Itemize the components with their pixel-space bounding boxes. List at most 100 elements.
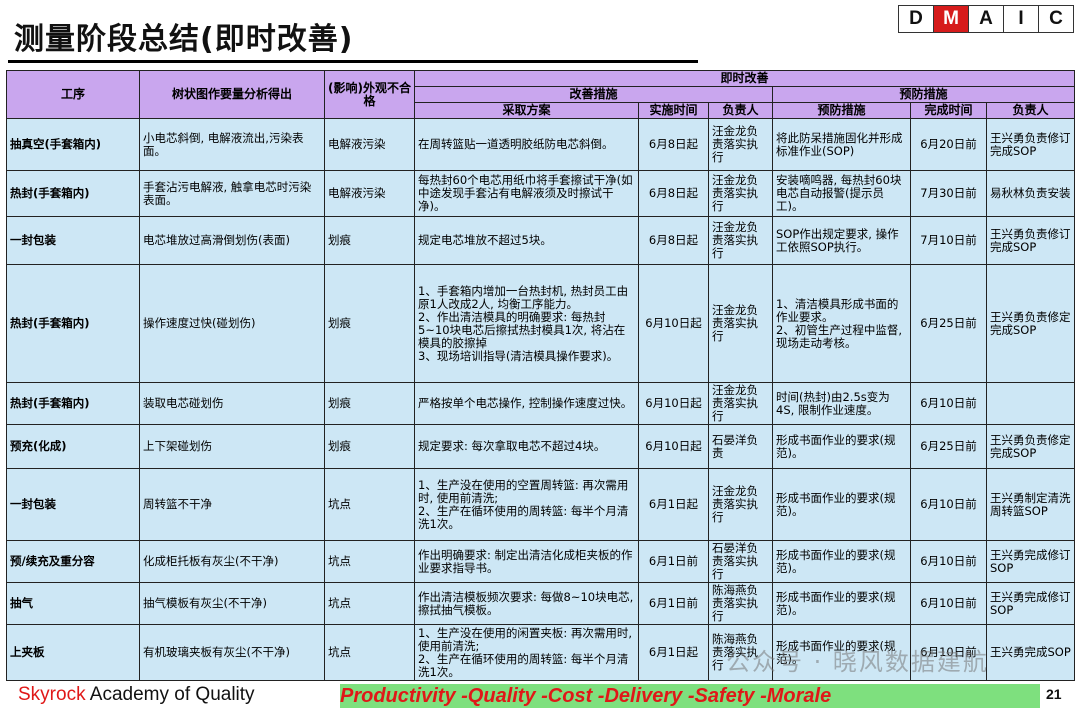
row-owner2: 王兴勇制定清洗周转篮SOP bbox=[985, 468, 1076, 541]
row-time: 6月8日起 bbox=[638, 118, 709, 171]
row-impact: 划痕 bbox=[324, 216, 415, 265]
row-prevent: 安装嘀鸣器, 每热封60块电芯自动报警(提示员工)。 bbox=[772, 170, 911, 217]
table-row: 预充(化成) 上下架碰划伤 划痕 规定要求: 每次拿取电芯不超过4块。 6月10日起 石晏… bbox=[6, 424, 1076, 469]
page-title: 测量阶段总结(即时改善) bbox=[14, 22, 354, 57]
row-owner2 bbox=[985, 382, 1076, 425]
row-owner: 石晏洋负责 bbox=[708, 424, 773, 469]
table-row: 一封包装 周转篮不干净 坑点 1、生产没在使用的空置周转篮: 再次需用时, 使用前清洗… bbox=[6, 468, 1076, 541]
row-prevent: 时间(热封)由2.5s变为4S, 限制作业速度。 bbox=[772, 382, 911, 425]
row-action: 规定要求: 每次拿取电芯不超过4块。 bbox=[414, 424, 639, 469]
col-immediate: 即时改善 bbox=[413, 70, 1076, 87]
dmaic-step-d: D bbox=[899, 6, 934, 32]
col-impact: (影响)外观不合格 bbox=[324, 70, 415, 119]
row-cause: 电芯堆放过高滑倒划伤(表面) bbox=[139, 216, 325, 265]
row-impact: 坑点 bbox=[324, 468, 415, 541]
row-impact: 坑点 bbox=[324, 582, 415, 625]
title-divider bbox=[8, 60, 698, 63]
col-done-time: 完成时间 bbox=[910, 102, 987, 119]
row-impact: 电解液污染 bbox=[324, 118, 415, 171]
row-prevent: SOP作出规定要求, 操作工依照SOP执行。 bbox=[772, 216, 911, 265]
row-prevent: 1、清洁模具形成书面的作业要求。 2、初管生产过程中监督, 现场走动考核。 bbox=[772, 264, 911, 383]
row-action: 1、生产没在使用的空置周转篮: 再次需用时, 使用前清洗; 2、生产在循环使用的… bbox=[414, 468, 639, 541]
row-owner2: 王兴勇完成SOP bbox=[985, 624, 1076, 681]
row-process: 热封(手套箱内) bbox=[6, 170, 140, 217]
row-action: 作出明确要求: 制定出清洁化成柜夹板的作业要求指导书。 bbox=[414, 540, 639, 583]
row-done: 6月25日前 bbox=[910, 264, 987, 383]
row-action: 在周转篮贴一道透明胶纸防电芯斜倒。 bbox=[414, 118, 639, 171]
col-owner2: 负责人 bbox=[985, 102, 1076, 119]
row-time: 6月10日起 bbox=[638, 264, 709, 383]
row-action: 严格按单个电芯操作, 控制操作速度过快。 bbox=[414, 382, 639, 425]
row-cause: 化成柜托板有灰尘(不干净) bbox=[139, 540, 325, 583]
row-owner2: 王兴勇负责修定完成SOP bbox=[985, 424, 1076, 469]
table-row: 抽气 抽气模板有灰尘(不干净) 坑点 作出清洁模板频次要求: 每做8~10块电芯, 擦… bbox=[6, 582, 1076, 625]
row-owner: 汪金龙负责落实执行 bbox=[708, 382, 773, 425]
row-done: 6月10日前 bbox=[910, 540, 987, 583]
col-prevent: 预防措施 bbox=[771, 86, 1076, 103]
slogan: Productivity -Quality -Cost -Delivery -S… bbox=[340, 684, 1040, 708]
row-cause: 操作速度过快(碰划伤) bbox=[139, 264, 325, 383]
row-done: 6月10日前 bbox=[910, 382, 987, 425]
row-owner: 陈海燕负责落实执行 bbox=[708, 582, 773, 625]
table-row: 抽真空(手套箱内) 小电芯斜倒, 电解液流出,污染表面。 电解液污染 在周转篮贴一道透… bbox=[6, 118, 1076, 171]
row-owner: 石晏洋负责落实执行 bbox=[708, 540, 773, 583]
footer: Skyrock Academy of Quality Productivity … bbox=[0, 684, 1080, 708]
row-time: 6月1日起 bbox=[638, 468, 709, 541]
page-number: 21 bbox=[1046, 686, 1062, 702]
row-prevent: 将此防呆措施固化并形成标准作业(SOP) bbox=[772, 118, 911, 171]
row-cause: 抽气模板有灰尘(不干净) bbox=[139, 582, 325, 625]
row-impact: 电解液污染 bbox=[324, 170, 415, 217]
col-prevent-action: 预防措施 bbox=[772, 102, 911, 119]
row-process: 预/续充及重分容 bbox=[6, 540, 140, 583]
row-action: 每热封60个电芯用纸巾将手套擦试干净(如中途发现手套沾有电解液须及时擦试干净)。 bbox=[414, 170, 639, 217]
row-owner2: 王兴勇完成修订SOP bbox=[985, 582, 1076, 625]
row-owner: 汪金龙负责落实执行 bbox=[708, 264, 773, 383]
row-prevent: 形成书面作业的要求(规范)。 bbox=[772, 468, 911, 541]
dmaic-step-c: C bbox=[1049, 8, 1063, 29]
row-done: 6月20日前 bbox=[910, 118, 987, 171]
row-time: 6月1日起 bbox=[638, 624, 709, 681]
table-row: 热封(手套箱内) 手套沾污电解液, 触拿电芯时污染表面。 电解液污染 每热封60个电芯… bbox=[6, 170, 1076, 217]
row-owner: 汪金龙负责落实执行 bbox=[708, 216, 773, 265]
row-owner: 汪金龙负责落实执行 bbox=[708, 170, 773, 217]
col-action: 采取方案 bbox=[414, 102, 639, 119]
row-action: 1、手套箱内增加一台热封机, 热封员工由原1人改成2人, 均衡工序能力。 2、作… bbox=[414, 264, 639, 383]
table-row: 一封包装 电芯堆放过高滑倒划伤(表面) 划痕 规定电芯堆放不超过5块。 6月8日起 汪金龙… bbox=[6, 216, 1076, 265]
row-owner2: 易秋林负责安装 bbox=[985, 170, 1076, 217]
row-done: 6月10日前 bbox=[910, 468, 987, 541]
row-time: 6月1日前 bbox=[638, 540, 709, 583]
row-owner: 汪金龙负责落实执行 bbox=[708, 468, 773, 541]
row-owner2: 王兴勇完成修订SOP bbox=[985, 540, 1076, 583]
row-process: 上夹板 bbox=[6, 624, 140, 681]
row-process: 热封(手套箱内) bbox=[6, 264, 140, 383]
row-owner2: 王兴勇负责修订完成SOP bbox=[985, 118, 1076, 171]
row-cause: 手套沾污电解液, 触拿电芯时污染表面。 bbox=[139, 170, 325, 217]
row-time: 6月8日起 bbox=[638, 170, 709, 217]
row-impact: 划痕 bbox=[324, 382, 415, 425]
dmaic-indicator: D M A I C bbox=[898, 5, 1074, 33]
row-impact: 划痕 bbox=[324, 424, 415, 469]
row-owner2: 王兴勇负责修订完成SOP bbox=[985, 216, 1076, 265]
row-prevent: 形成书面作业的要求(规范)。 bbox=[772, 582, 911, 625]
row-cause: 有机玻璃夹板有灰尘(不干净) bbox=[139, 624, 325, 681]
row-process: 预充(化成) bbox=[6, 424, 140, 469]
row-action: 作出清洁模板频次要求: 每做8~10块电芯, 擦拭抽气模板。 bbox=[414, 582, 639, 625]
row-process: 一封包装 bbox=[6, 216, 140, 265]
col-tree-analysis: 树状图作要量分析得出 bbox=[139, 70, 325, 119]
brand-rest: Academy of Quality bbox=[85, 684, 255, 705]
row-time: 6月10日起 bbox=[638, 382, 709, 425]
col-owner: 负责人 bbox=[708, 102, 773, 119]
row-owner: 汪金龙负责落实执行 bbox=[708, 118, 773, 171]
row-action: 1、生产没在使用的闲置夹板: 再次需用时, 使用前清洗; 2、生产在循环使用的周… bbox=[414, 624, 639, 681]
row-process: 热封(手套箱内) bbox=[6, 382, 140, 425]
watermark: 公众号 · 晓风数据建航 bbox=[726, 648, 989, 676]
dmaic-step-i: I bbox=[1004, 6, 1039, 32]
row-process: 抽气 bbox=[6, 582, 140, 625]
row-process: 抽真空(手套箱内) bbox=[6, 118, 140, 171]
row-time: 6月1日前 bbox=[638, 582, 709, 625]
row-cause: 装取电芯碰划伤 bbox=[139, 382, 325, 425]
row-prevent: 形成书面作业的要求(规范)。 bbox=[772, 424, 911, 469]
row-cause: 周转篮不干净 bbox=[139, 468, 325, 541]
table-row: 热封(手套箱内) 操作速度过快(碰划伤) 划痕 1、手套箱内增加一台热封机, 热封员工… bbox=[6, 264, 1076, 383]
row-impact: 坑点 bbox=[324, 540, 415, 583]
